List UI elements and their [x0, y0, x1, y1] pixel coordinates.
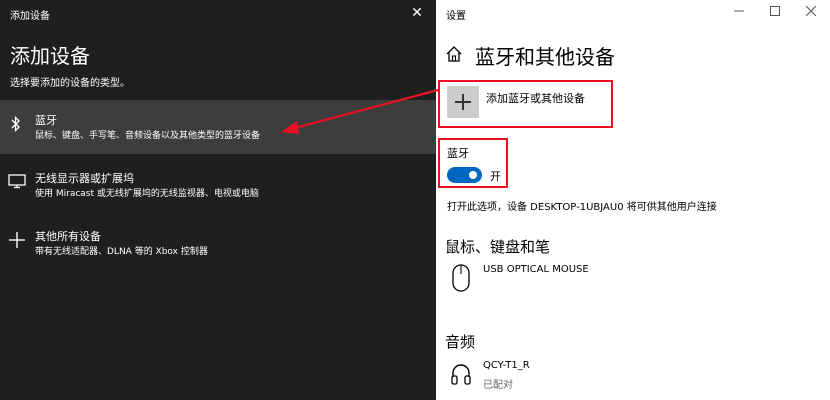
discoverable-text: 打开此选项，设备 DESKTOP-1UBJAU0 将可供其他用户连接 — [447, 202, 717, 213]
annotation-box-bluetooth-toggle — [438, 138, 508, 188]
plus-icon — [8, 231, 25, 251]
add-device-dialog: 添加设备 ✕ 添加设备 选择要添加的设备的类型。 蓝牙 鼠标、键盘、手写笔、音频… — [0, 0, 436, 400]
settings-window-title: 设置 — [446, 11, 466, 22]
option-wireless-display-desc: 使用 Miracast 或无线扩展坞的无线监视器、电视或电脑 — [35, 189, 259, 199]
option-everything-else-title: 其他所有设备 — [35, 230, 101, 243]
monitor-icon — [8, 173, 26, 193]
page-title: 蓝牙和其他设备 — [475, 45, 615, 69]
minimize-icon[interactable] — [730, 4, 748, 22]
dialog-subheading: 选择要添加的设备的类型。 — [10, 78, 130, 89]
close-icon[interactable]: ✕ — [409, 4, 425, 22]
dialog-titlebar: 添加设备 ✕ — [0, 0, 436, 28]
mouse-icon — [450, 263, 472, 293]
device-headset-name[interactable]: QCY-T1_R — [483, 360, 530, 371]
device-mouse-name[interactable]: USB OPTICAL MOUSE — [483, 264, 589, 275]
settings-window: 设置 蓝牙和其他设备 添加蓝牙或其他设备 蓝牙 开 打开此选项，设备 DESKT… — [436, 0, 830, 400]
headphones-icon — [450, 361, 472, 391]
device-headset-status: 已配对 — [483, 380, 513, 391]
option-bluetooth[interactable]: 蓝牙 鼠标、键盘、手写笔、音频设备以及其他类型的蓝牙设备 — [0, 100, 436, 154]
option-everything-else-desc: 带有无线适配器、DLNA 等的 Xbox 控制器 — [35, 247, 208, 257]
bluetooth-icon — [8, 115, 24, 135]
option-bluetooth-title: 蓝牙 — [35, 114, 57, 127]
section-audio: 音频 — [445, 333, 476, 351]
option-everything-else[interactable]: 其他所有设备 带有无线适配器、DLNA 等的 Xbox 控制器 — [0, 216, 436, 270]
maximize-icon[interactable] — [766, 4, 784, 22]
section-mouse-keyboard: 鼠标、键盘和笔 — [445, 238, 551, 256]
dialog-window-title: 添加设备 — [10, 11, 50, 22]
option-wireless-display[interactable]: 无线显示器或扩展坞 使用 Miracast 或无线扩展坞的无线监视器、电视或电脑 — [0, 158, 436, 212]
home-icon[interactable] — [445, 45, 465, 65]
close-icon[interactable] — [802, 4, 820, 22]
option-wireless-display-title: 无线显示器或扩展坞 — [35, 172, 134, 185]
settings-titlebar: 设置 — [436, 0, 830, 28]
option-bluetooth-desc: 鼠标、键盘、手写笔、音频设备以及其他类型的蓝牙设备 — [35, 131, 261, 141]
annotation-box-add-device — [438, 80, 613, 128]
dialog-heading: 添加设备 — [10, 44, 90, 68]
